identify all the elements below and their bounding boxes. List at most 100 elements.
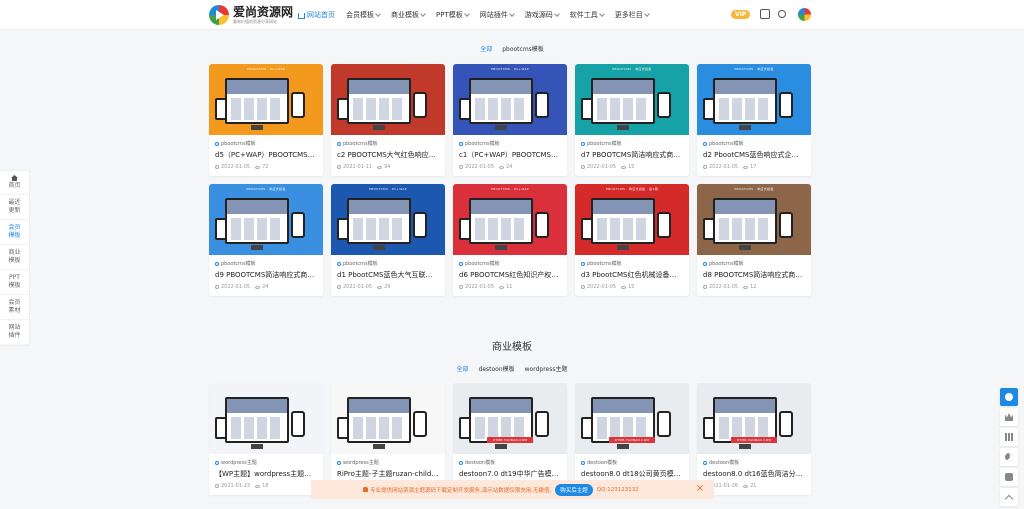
tab-all[interactable]: 全部 — [457, 364, 469, 373]
qrcode-button[interactable] — [1000, 428, 1018, 446]
back-to-top-button[interactable] — [1000, 488, 1018, 506]
template-card[interactable]: PBOOTCMS · 响应式模板 · 第1期 pbootcms模板 d3 Pboot… — [575, 184, 689, 296]
card-title[interactable]: RiPro主题-子主题ruzan-child美... — [337, 469, 439, 479]
card-category[interactable]: pbootcms模板 — [215, 140, 323, 147]
screen-mockup — [347, 198, 411, 244]
card-category[interactable]: pbootcms模板 — [581, 140, 689, 147]
tab-wordpress[interactable]: wordpress主题 — [525, 364, 568, 373]
card-category[interactable]: destoon模板 — [459, 459, 567, 466]
card-category[interactable]: destoon模板 — [581, 459, 689, 466]
card-title[interactable]: d7 PBOOTCMS简洁响应式商城个... — [581, 150, 683, 160]
card-category[interactable]: pbootcms模板 — [703, 140, 811, 147]
close-icon[interactable]: × — [696, 484, 704, 494]
card-title[interactable]: destoon8.0 dt16蓝色简洁分类信... — [703, 469, 805, 479]
card-title[interactable]: d3 PbootCMS红色机械设备企业... — [581, 270, 683, 280]
tab-pbootcms[interactable]: pbootcms模板 — [502, 44, 544, 53]
template-card[interactable]: wordpress主题 【WP主题】wordpress主题模板... 2021-01… — [209, 383, 323, 495]
card-title[interactable]: destoon8.0 dt18公司黄页模板... — [581, 469, 683, 479]
chevron-down-icon — [463, 11, 470, 17]
card-title[interactable]: c1（PC+WAP）PBOOTCMS蓝... — [459, 150, 561, 160]
card-title[interactable]: 【WP主题】wordpress主题模板... — [215, 469, 317, 479]
template-card[interactable]: DTMB.TAOBAO.COM destoon模板 destoon7.0 dt19中… — [453, 383, 567, 495]
card-thumbnail[interactable]: DTMB.TAOBAO.COM — [575, 383, 689, 454]
nav-item[interactable]: 商业模板 — [391, 10, 426, 20]
sidebar-item[interactable]: 会员模板 — [0, 220, 29, 245]
card-thumbnail[interactable]: PBOOTCMS · PC+WAP — [331, 184, 445, 255]
template-card[interactable]: PBOOTCMS · 响应式模板 pbootcms模板 d2 PbootCMS蓝色响… — [697, 64, 811, 176]
card-thumbnail[interactable]: PBOOTCMS · PC+WAP — [453, 184, 567, 255]
nav-item[interactable]: 网站首页 — [298, 10, 335, 20]
template-card[interactable]: wordpress主题RiPro主题-子主题ruzan-child美...202… — [331, 383, 445, 495]
vip-badge[interactable]: VIP — [731, 10, 751, 19]
card-category[interactable]: pbootcms模板 — [703, 260, 811, 267]
template-card[interactable]: PBOOTCMS · 响应式模板 pbootcms模板 d9 PBOOTCMS简洁响… — [209, 184, 323, 296]
template-card[interactable]: PBOOTCMS · PC+WAP pbootcms模板 d5（PC+WAP）PBO… — [209, 64, 323, 176]
card-thumbnail[interactable]: PBOOTCMS · PC+WAP — [453, 64, 567, 135]
avatar[interactable] — [798, 8, 811, 21]
card-thumbnail[interactable] — [331, 64, 445, 135]
card-category-label: pbootcms模板 — [587, 261, 622, 267]
template-card[interactable]: PBOOTCMS · PC+WAP pbootcms模板 d1 PbootCMS蓝色… — [331, 184, 445, 296]
card-thumbnail[interactable]: DTMB.TAOBAO.COM — [697, 383, 811, 454]
card-meta: 2022-01-05 24 — [215, 284, 323, 290]
card-thumbnail[interactable] — [331, 383, 445, 454]
tab-destoon[interactable]: destoon模板 — [479, 364, 515, 373]
template-card[interactable]: PBOOTCMS · 响应式模板 pbootcms模板 d8 PBOOTCMS简洁响… — [697, 184, 811, 296]
card-category[interactable]: destoon模板 — [703, 459, 811, 466]
category-icon — [215, 261, 219, 266]
sidebar-item[interactable]: 网站插件 — [0, 320, 29, 345]
template-card[interactable]: DTMB.TAOBAO.COM destoon模板 destoon8.0 dt16蓝… — [697, 383, 811, 495]
card-category[interactable]: pbootcms模板 — [459, 140, 567, 147]
card-thumbnail[interactable]: PBOOTCMS · 响应式模板 — [697, 64, 811, 135]
card-title[interactable]: d2 PbootCMS蓝色响应式企业官... — [703, 150, 805, 160]
nav-item[interactable]: 更多栏目 — [615, 10, 650, 20]
card-thumbnail[interactable]: PBOOTCMS · PC+WAP — [209, 64, 323, 135]
card-category[interactable]: pbootcms模板 — [215, 260, 323, 267]
card-category[interactable]: wordpress主题 — [215, 459, 323, 466]
template-card[interactable]: PBOOTCMS · PC+WAP pbootcms模板 c1（PC+WAP）PBO… — [453, 64, 567, 176]
card-category[interactable]: pbootcms模板 — [581, 260, 689, 267]
chat-button[interactable] — [1000, 468, 1018, 486]
edit-icon[interactable] — [760, 9, 770, 19]
vip-button[interactable] — [1000, 408, 1018, 426]
sidebar-item[interactable]: 会员素材 — [0, 295, 29, 320]
card-category[interactable]: wordpress主题 — [337, 459, 445, 466]
card-thumbnail[interactable]: DTMB.TAOBAO.COM — [453, 383, 567, 454]
nav-item[interactable]: 网站插件 — [480, 10, 515, 20]
card-title[interactable]: destoon7.0 dt19中华广告模板... — [459, 469, 561, 479]
nav-item[interactable]: 软件工具 — [570, 10, 605, 20]
nav-item[interactable]: 游戏源码 — [525, 10, 560, 20]
card-thumbnail[interactable]: PBOOTCMS · 响应式模板 — [209, 184, 323, 255]
card-title[interactable]: c2 PBOOTCMS大气红色响应式火... — [337, 150, 439, 160]
site-logo[interactable]: 爱尚资源网 最有价值的资源分享网站 — [209, 5, 293, 25]
sidebar-item[interactable]: 最近更新 — [0, 195, 29, 220]
eye-button[interactable] — [1000, 388, 1018, 406]
buy-button[interactable]: 购买后主题 — [555, 483, 593, 496]
card-category[interactable]: pbootcms模板 — [459, 260, 567, 267]
dark-mode-button[interactable] — [1000, 448, 1018, 466]
card-title[interactable]: d5（PC+WAP）PBOOTCMS简... — [215, 150, 317, 160]
card-category[interactable]: pbootcms模板 — [337, 140, 445, 147]
sidebar-item-label: 首页 — [8, 182, 21, 189]
card-thumbnail[interactable]: PBOOTCMS · 响应式模板 — [575, 64, 689, 135]
card-thumbnail[interactable]: PBOOTCMS · 响应式模板 · 第1期 — [575, 184, 689, 255]
nav-item[interactable]: 会员模板 — [346, 10, 381, 20]
search-icon[interactable] — [778, 10, 786, 18]
sidebar-item[interactable]: 首页 — [0, 171, 29, 195]
sidebar-item[interactable]: 商业模板 — [0, 245, 29, 270]
template-card[interactable]: PBOOTCMS · PC+WAP pbootcms模板 d6 PBOOTCMS红色… — [453, 184, 567, 296]
card-title[interactable]: d8 PBOOTCMS简洁响应式商城个... — [703, 270, 805, 280]
card-title[interactable]: d6 PBOOTCMS红色知识产权商标... — [459, 270, 561, 280]
thumbnail-banner: DTMB.TAOBAO.COM — [731, 437, 777, 443]
card-thumbnail[interactable] — [209, 383, 323, 454]
sidebar-item[interactable]: PPT模板 — [0, 270, 29, 295]
card-title[interactable]: d9 PBOOTCMS简洁响应式商城个... — [215, 270, 317, 280]
nav-item[interactable]: PPT模板 — [436, 10, 470, 20]
template-card[interactable]: PBOOTCMS · 响应式模板 pbootcms模板 d7 PBOOTCMS简洁响… — [575, 64, 689, 176]
card-title[interactable]: d1 PbootCMS蓝色大气互联网工... — [337, 270, 439, 280]
template-card[interactable]: pbootcms模板 c2 PBOOTCMS大气红色响应式火... 2022-01-… — [331, 64, 445, 176]
card-thumbnail[interactable]: PBOOTCMS · 响应式模板 — [697, 184, 811, 255]
tab-all[interactable]: 全部 — [480, 44, 492, 53]
card-category[interactable]: pbootcms模板 — [337, 260, 445, 267]
template-card[interactable]: DTMB.TAOBAO.COM destoon模板 destoon8.0 dt18公… — [575, 383, 689, 495]
